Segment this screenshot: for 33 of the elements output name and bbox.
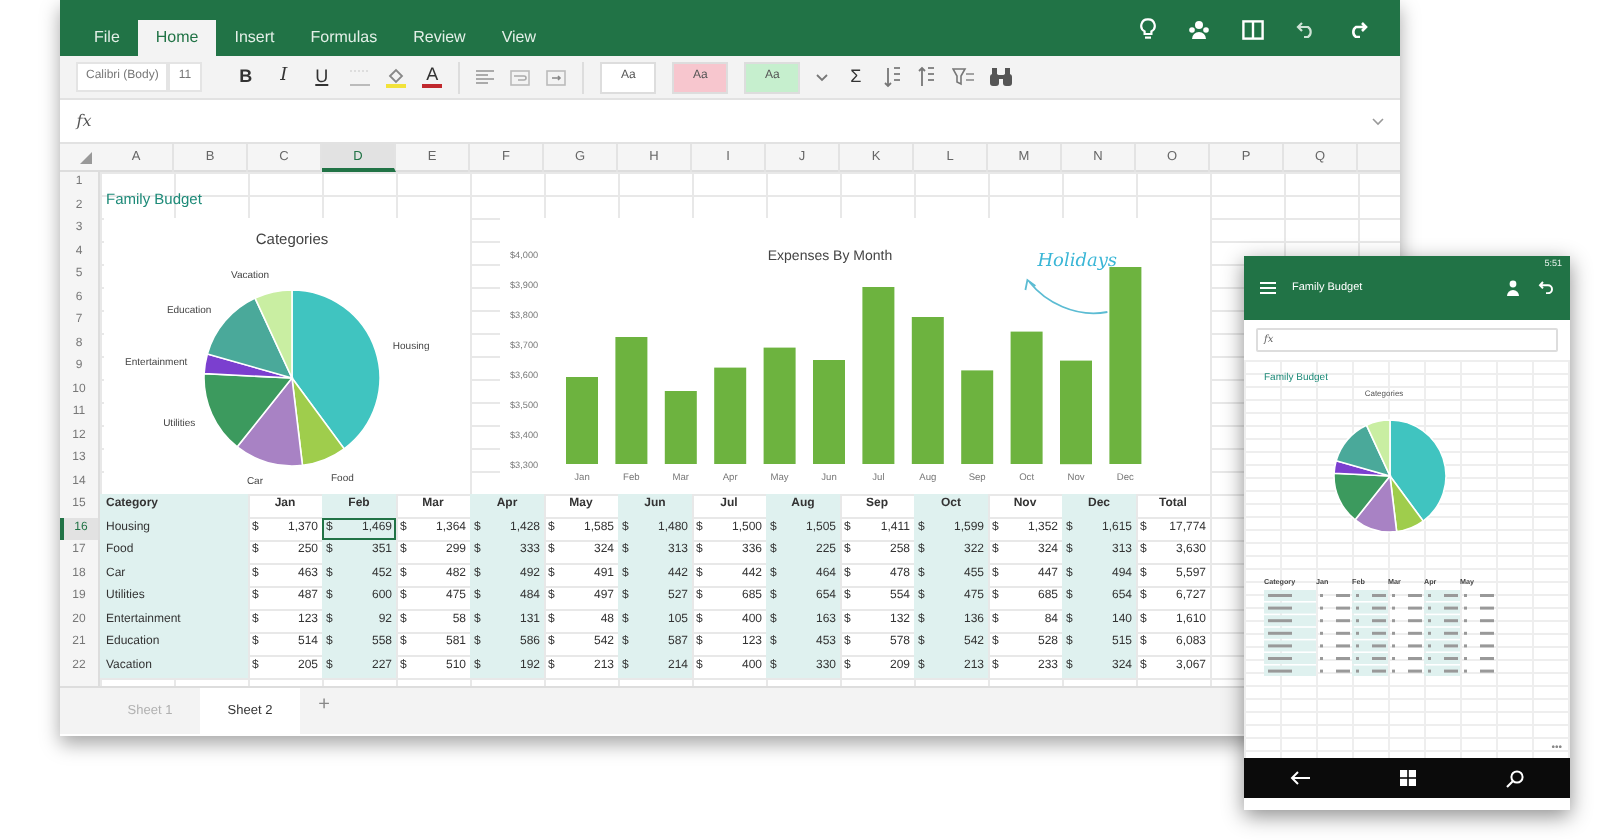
underline-button[interactable]: U (309, 68, 335, 86)
ribbon-tab[interactable]: Home (137, 20, 217, 56)
search-icon[interactable] (1506, 769, 1525, 787)
redo-icon[interactable] (1348, 20, 1368, 38)
autosum-button[interactable]: Σ (844, 68, 868, 86)
caret-icon[interactable] (816, 73, 829, 81)
bold-button[interactable]: B (233, 68, 259, 86)
annotation-text: Holidays (1037, 252, 1118, 272)
annotation-arrow (1024, 278, 1109, 315)
ribbon-tab[interactable]: Review (395, 20, 484, 56)
sort-descending-icon[interactable] (917, 66, 936, 88)
merge-cells-icon[interactable] (546, 69, 567, 85)
lightbulb-icon[interactable] (1140, 18, 1156, 40)
select-all-icon[interactable] (80, 152, 92, 164)
filter-icon[interactable] (951, 68, 974, 86)
back-arrow-icon[interactable] (1289, 770, 1310, 786)
people-icon[interactable] (1504, 279, 1522, 296)
chevron-icon[interactable] (1372, 117, 1384, 125)
windows-logo-icon[interactable] (1399, 770, 1416, 786)
ribbon-tab[interactable]: View (483, 20, 555, 56)
sort-ascending-icon[interactable] (883, 66, 902, 88)
fill-color-icon[interactable] (386, 66, 407, 88)
font-color-button[interactable]: A (422, 66, 443, 88)
binoculars-icon[interactable] (989, 68, 1012, 86)
ribbon-tab[interactable]: File (76, 20, 138, 56)
formula-label: fx (73, 109, 94, 133)
ribbon-tab[interactable]: Formulas (292, 20, 396, 56)
undo-icon[interactable] (1296, 20, 1316, 38)
italic-button[interactable]: I (274, 68, 294, 86)
undo-icon[interactable] (1538, 280, 1554, 295)
people-icon[interactable] (1188, 19, 1210, 39)
ribbon-tab[interactable]: Insert (216, 20, 293, 56)
menu-icon[interactable] (1260, 281, 1276, 294)
